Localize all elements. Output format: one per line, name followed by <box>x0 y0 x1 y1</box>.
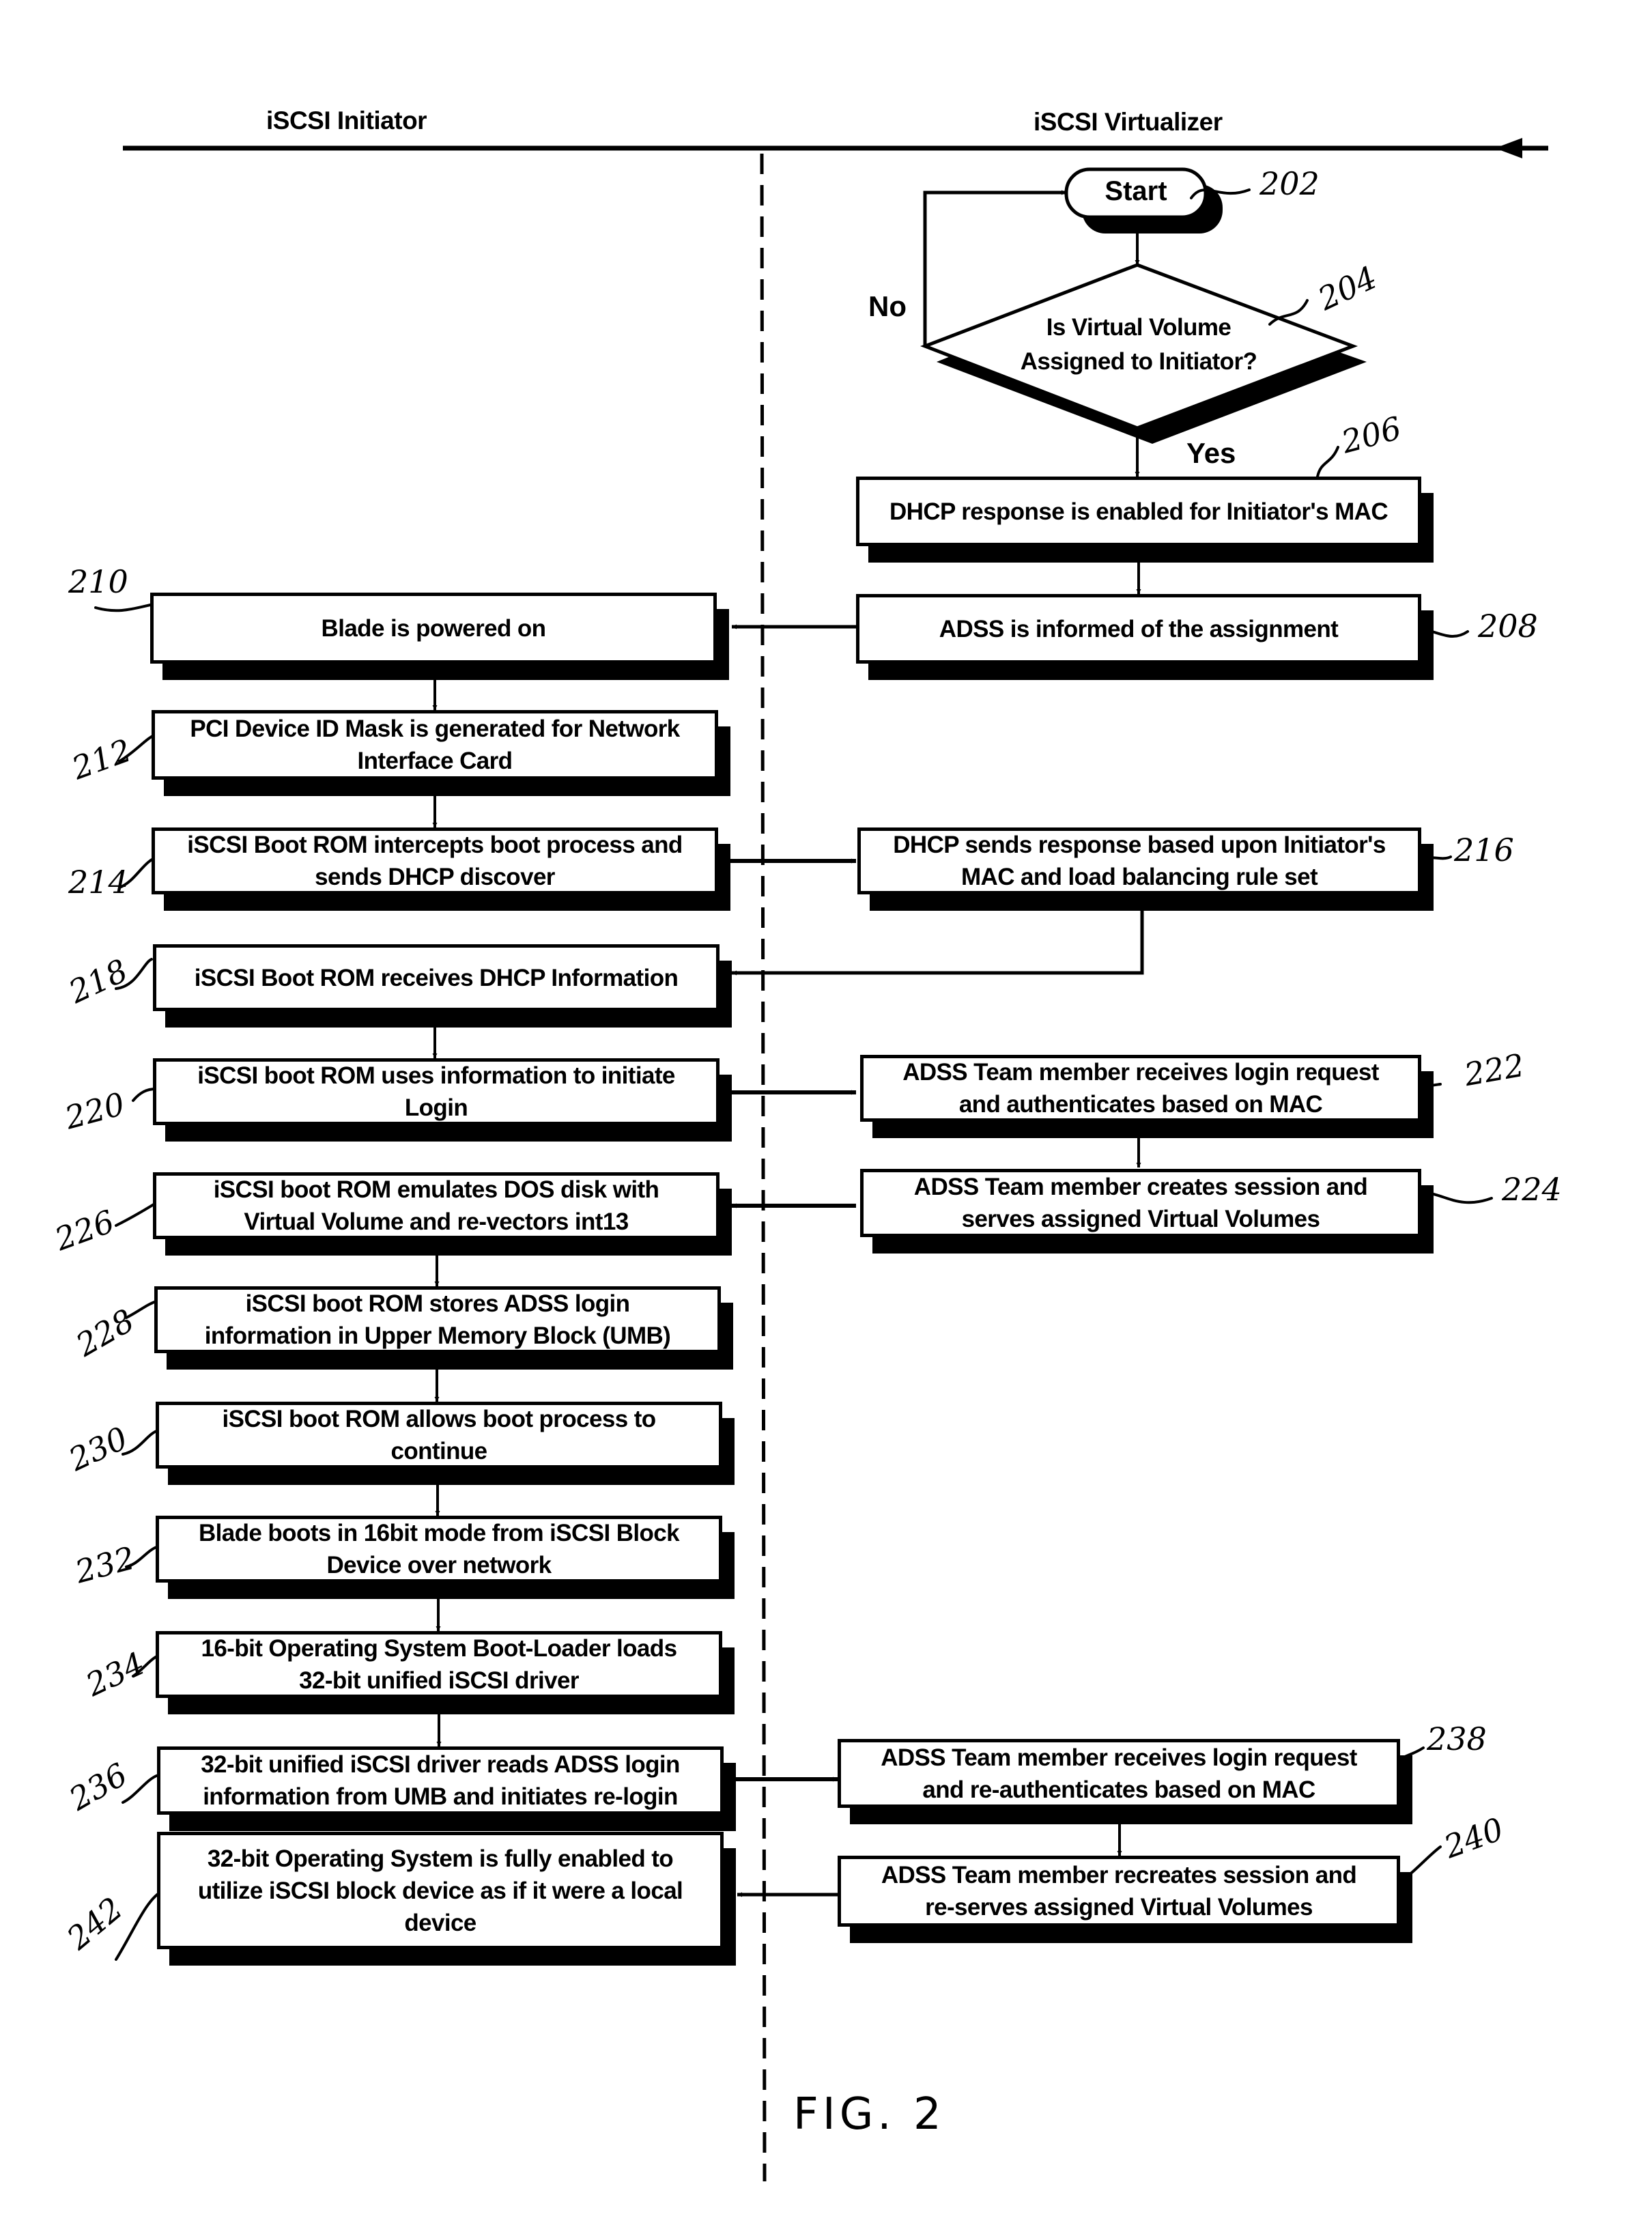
leader-240 <box>1395 1845 1442 1886</box>
step-238-box[interactable]: ADSS Team member receives login request … <box>838 1739 1400 1808</box>
step-226-line-1: iSCSI boot ROM emulates DOS disk with <box>213 1176 659 1203</box>
step-242-line-2: utilize iSCSI block device as if it were… <box>197 1877 683 1904</box>
step-230-line-2: continue <box>390 1438 487 1464</box>
step-218-text: iSCSI Boot ROM receives DHCP Information <box>194 964 679 991</box>
step-230-box[interactable]: iSCSI boot ROM allows boot process to co… <box>156 1402 722 1469</box>
step-240-line-1: ADSS Team member recreates session and <box>881 1862 1357 1888</box>
step-208-box[interactable]: ADSS is informed of the assignment <box>856 594 1421 664</box>
step-222-line-2: and authenticates based on MAC <box>958 1091 1323 1118</box>
yes-branch-label: Yes <box>1186 437 1236 469</box>
step-226-line-2: Virtual Volume and re-vectors int13 <box>244 1208 629 1235</box>
step-224-box[interactable]: ADSS Team member creates session and ser… <box>860 1169 1421 1237</box>
step-228-box[interactable]: iSCSI boot ROM stores ADSS login informa… <box>154 1286 721 1353</box>
step-242-line-3: device <box>404 1909 476 1936</box>
step-238-line-1: ADSS Team member receives login request <box>881 1744 1357 1771</box>
step-222-line-1: ADSS Team member receives login request <box>902 1059 1379 1086</box>
leader-242 <box>115 1890 164 1961</box>
step-216-line-2: MAC and load balancing rule set <box>960 864 1318 890</box>
step-220-line-2: Login <box>404 1094 468 1121</box>
ref-224: 224 <box>1502 1171 1562 1208</box>
decision-line-1: Is Virtual Volume <box>1046 314 1231 341</box>
step-210-box[interactable]: Blade is powered on <box>150 593 717 664</box>
step-238-line-2: and re-authenticates based on MAC <box>922 1776 1315 1803</box>
decision-line-2: Assigned to Initiator? <box>1020 348 1257 375</box>
step-236-box[interactable]: 32-bit unified iSCSI driver reads ADSS l… <box>157 1746 724 1815</box>
step-210-text: Blade is powered on <box>321 614 547 642</box>
step-214-line-2: sends DHCP discover <box>315 864 555 890</box>
leader-224 <box>1413 1191 1493 1204</box>
step-230-line-1: iSCSI boot ROM allows boot process to <box>222 1406 656 1432</box>
step-232-line-1: Blade boots in 16bit mode from iSCSI Blo… <box>198 1520 680 1546</box>
step-212-box[interactable]: PCI Device ID Mask is generated for Netw… <box>152 710 718 780</box>
step-214-line-1: iSCSI Boot ROM intercepts boot process a… <box>187 832 683 858</box>
leader-208 <box>1412 628 1469 638</box>
leader-226 <box>115 1200 160 1227</box>
lane-divider <box>760 153 767 2182</box>
step-236-line-2: information from UMB and initiates re-lo… <box>203 1783 678 1810</box>
step-224-line-1: ADSS Team member creates session and <box>913 1174 1368 1200</box>
step-220-line-1: iSCSI boot ROM uses information to initi… <box>197 1062 675 1089</box>
step-236-line-1: 32-bit unified iSCSI driver reads ADSS l… <box>201 1751 680 1778</box>
figure-label: FIG. 2 <box>793 2089 945 2140</box>
step-240-box[interactable]: ADSS Team member recreates session and r… <box>838 1856 1400 1927</box>
leader-206 <box>1316 446 1339 478</box>
step-234-line-2: 32-bit unified iSCSI driver <box>299 1667 579 1694</box>
no-branch-label: No <box>868 290 907 322</box>
step-212-line-1: PCI Device ID Mask is generated for Netw… <box>190 716 680 742</box>
arrow-216-to-218 <box>732 911 1144 976</box>
step-224-line-2: serves assigned Virtual Volumes <box>961 1206 1320 1232</box>
step-228-line-2: information in Upper Memory Block (UMB) <box>204 1322 671 1349</box>
step-232-box[interactable]: Blade boots in 16bit mode from iSCSI Blo… <box>156 1516 722 1583</box>
leader-228 <box>125 1299 160 1319</box>
step-216-line-1: DHCP sends response based upon Initiator… <box>893 832 1386 858</box>
lane-title-virtualizer: iSCSI Virtualizer <box>1034 108 1223 136</box>
step-216-box[interactable]: DHCP sends response based upon Initiator… <box>857 827 1421 894</box>
ref-238: 238 <box>1427 1721 1487 1757</box>
step-226-box[interactable]: iSCSI boot ROM emulates DOS disk with Vi… <box>153 1172 720 1239</box>
decision-text: Is Virtual Volume Assigned to Initiator? <box>969 311 1308 379</box>
step-214-box[interactable]: iSCSI Boot ROM intercepts boot process a… <box>152 827 718 894</box>
step-242-box[interactable]: 32-bit Operating System is fully enabled… <box>157 1832 724 1949</box>
step-234-line-1: 16-bit Operating System Boot-Loader load… <box>201 1635 678 1662</box>
step-220-box[interactable]: iSCSI boot ROM uses information to initi… <box>153 1058 720 1125</box>
ref-202: 202 <box>1259 165 1320 202</box>
step-234-box[interactable]: 16-bit Operating System Boot-Loader load… <box>156 1631 722 1698</box>
step-228-line-1: iSCSI boot ROM stores ADSS login <box>245 1290 630 1317</box>
step-218-box[interactable]: iSCSI Boot ROM receives DHCP Information <box>153 944 720 1011</box>
step-242-line-1: 32-bit Operating System is fully enabled… <box>207 1845 674 1872</box>
ref-210: 210 <box>68 563 128 600</box>
leader-238 <box>1395 1746 1425 1763</box>
step-208-text: ADSS is informed of the assignment <box>939 615 1339 642</box>
ref-216: 216 <box>1454 832 1514 868</box>
start-label: Start <box>1105 176 1167 206</box>
ref-214: 214 <box>68 864 128 901</box>
step-222-box[interactable]: ADSS Team member receives login request … <box>860 1055 1421 1122</box>
lane-title-initiator: iSCSI Initiator <box>266 107 427 134</box>
ref-208: 208 <box>1478 608 1538 645</box>
lane-header-arrowhead <box>1495 138 1522 158</box>
step-232-line-2: Device over network <box>326 1552 552 1578</box>
leader-210 <box>94 603 155 612</box>
step-206-text: DHCP response is enabled for Initiator's… <box>889 498 1388 525</box>
step-206-box[interactable]: DHCP response is enabled for Initiator's… <box>856 477 1421 546</box>
step-212-line-2: Interface Card <box>357 748 513 774</box>
step-240-line-2: re-serves assigned Virtual Volumes <box>925 1894 1313 1921</box>
